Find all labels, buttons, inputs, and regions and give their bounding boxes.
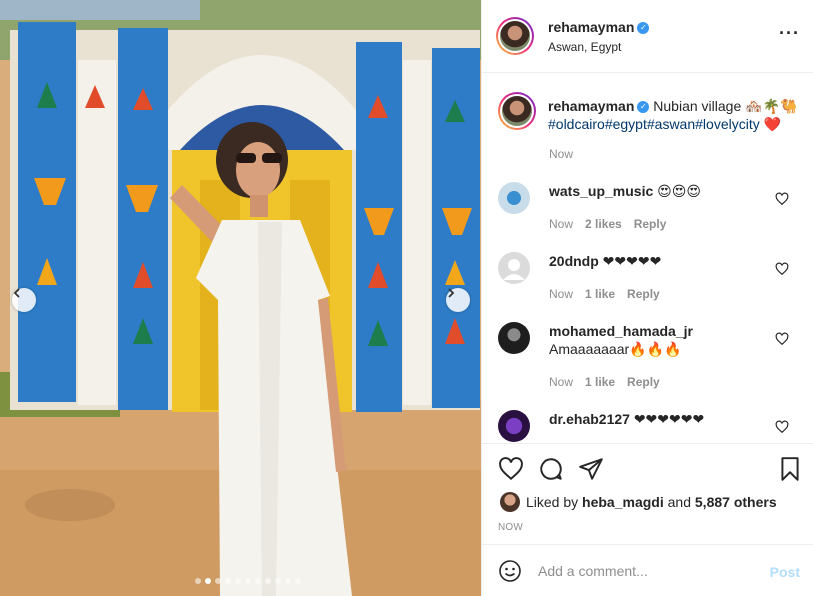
carousel-dot: [225, 578, 231, 584]
like-comment-heart-icon[interactable]: [775, 192, 789, 206]
comment-time[interactable]: Now: [549, 375, 573, 389]
like-comment-heart-icon[interactable]: [775, 332, 789, 346]
carousel-dot: [285, 578, 291, 584]
verified-badge-icon: ✓: [637, 21, 650, 34]
caption-username[interactable]: rehamayman: [548, 98, 634, 114]
post-details-panel: rehamayman ✓ Aswan, Egypt ··· rehamayman ✓…: [481, 0, 813, 596]
photo-image: [0, 0, 481, 596]
caption-avatar[interactable]: [498, 92, 536, 130]
comment-input[interactable]: [538, 559, 758, 583]
carousel-dot: [235, 578, 241, 584]
hashtag-link[interactable]: #lovelycity: [695, 116, 760, 132]
comment-body: mohamed_hamada_jr Amaaaaaaar🔥🔥🔥: [549, 322, 769, 358]
verified-badge-icon: ✓: [637, 101, 650, 114]
carousel-dot: [295, 578, 301, 584]
default-avatar-icon: [503, 259, 525, 280]
hashtag-link[interactable]: #oldcairo: [548, 116, 605, 132]
reply-button[interactable]: Reply: [627, 287, 660, 301]
commenter-username[interactable]: dr.ehab2127: [549, 411, 630, 427]
commenter-username[interactable]: 20dndp: [549, 253, 599, 269]
comments-list[interactable]: rehamayman ✓ Nubian village 🏘️🌴🐫 #oldcair…: [482, 74, 813, 443]
commenter-avatar[interactable]: [498, 182, 530, 214]
post-photo[interactable]: [0, 0, 481, 596]
next-photo-button[interactable]: [446, 288, 470, 312]
post-header: rehamayman ✓ Aswan, Egypt ···: [482, 0, 813, 73]
like-comment-heart-icon[interactable]: [775, 262, 789, 276]
carousel-dot: [275, 578, 281, 584]
chevron-right-icon: [448, 288, 455, 298]
caption-emoji: ❤️: [763, 116, 782, 132]
like-comment-heart-icon[interactable]: [775, 420, 789, 434]
save-bookmark-icon[interactable]: [777, 456, 803, 482]
carousel-dot: [265, 578, 271, 584]
caption-time[interactable]: Now: [549, 147, 573, 161]
carousel-dot: [195, 578, 201, 584]
post-actions: Liked by heba_magdi and 5,887 others NOW: [482, 443, 813, 544]
commenter-avatar[interactable]: [498, 322, 530, 354]
posted-time[interactable]: NOW: [498, 522, 523, 533]
more-options-icon[interactable]: ···: [779, 24, 800, 42]
carousel-dot: [255, 578, 261, 584]
previous-photo-button[interactable]: [12, 288, 36, 312]
carousel-dot: [215, 578, 221, 584]
author-username[interactable]: rehamayman: [548, 19, 634, 35]
liked-by-prefix: Liked by: [526, 494, 579, 510]
liked-by-and: and: [667, 494, 691, 510]
like-heart-icon[interactable]: [498, 456, 524, 482]
comment-text: ❤❤❤❤❤❤: [633, 411, 705, 427]
comment-text: 😍😍😍: [657, 183, 701, 199]
liked-by-user[interactable]: heba_magdi: [582, 494, 664, 510]
comment-meta: Now 1 like Reply: [549, 375, 660, 389]
liker-avatar[interactable]: [500, 492, 520, 512]
caption: rehamayman ✓ Nubian village 🏘️🌴🐫 #oldcair…: [548, 97, 798, 133]
carousel-dot: [205, 578, 211, 584]
comment-body: wats_up_music 😍😍😍: [549, 182, 769, 200]
comment-body: dr.ehab2127 ❤❤❤❤❤❤: [549, 410, 769, 428]
comment-meta: Now 1 like Reply: [549, 287, 660, 301]
comment-meta: Now 2 likes Reply: [549, 217, 666, 231]
comment-likes[interactable]: 1 like: [585, 375, 615, 389]
reply-button[interactable]: Reply: [634, 217, 667, 231]
comment-item: 20dndp ❤❤❤❤❤ Now 1 like Reply: [498, 252, 808, 312]
caption-text: Nubian village 🏘️🌴🐫: [653, 98, 798, 114]
comment-likes[interactable]: 1 like: [585, 287, 615, 301]
hashtag-link[interactable]: #aswan: [647, 116, 695, 132]
reply-button[interactable]: Reply: [627, 375, 660, 389]
post-location[interactable]: Aswan, Egypt: [548, 40, 621, 54]
commenter-username[interactable]: wats_up_music: [549, 183, 653, 199]
comment-item: wats_up_music 😍😍😍 Now 2 likes Reply: [498, 182, 808, 242]
liked-by-others[interactable]: 5,887 others: [695, 494, 777, 510]
commenter-avatar[interactable]: [498, 410, 530, 442]
comment-body: 20dndp ❤❤❤❤❤: [549, 252, 769, 270]
commenter-avatar[interactable]: [498, 252, 530, 284]
share-paper-plane-icon[interactable]: [578, 456, 604, 482]
comment-text: ❤❤❤❤❤: [602, 253, 662, 269]
add-comment-bar: Post: [482, 544, 813, 596]
comment-time[interactable]: Now: [549, 287, 573, 301]
liked-by-summary: Liked by heba_magdi and 5,887 others: [500, 492, 777, 512]
comment-time[interactable]: Now: [549, 217, 573, 231]
post-comment-button[interactable]: Post: [770, 564, 800, 580]
emoji-icon[interactable]: [498, 559, 522, 583]
commenter-username[interactable]: mohamed_hamada_jr: [549, 323, 693, 339]
author-avatar[interactable]: [496, 17, 534, 55]
comment-bubble-icon[interactable]: [538, 456, 564, 482]
comment-item: mohamed_hamada_jr Amaaaaaaar🔥🔥🔥 Now 1 li…: [498, 322, 808, 398]
comment-text: Amaaaaaaar🔥🔥🔥: [549, 341, 682, 357]
carousel-indicator: [195, 578, 301, 584]
carousel-dot: [245, 578, 251, 584]
chevron-left-icon: [13, 288, 20, 298]
hashtag-link[interactable]: #egypt: [605, 116, 647, 132]
comment-likes[interactable]: 2 likes: [585, 217, 622, 231]
comment-item: dr.ehab2127 ❤❤❤❤❤❤: [498, 410, 808, 443]
